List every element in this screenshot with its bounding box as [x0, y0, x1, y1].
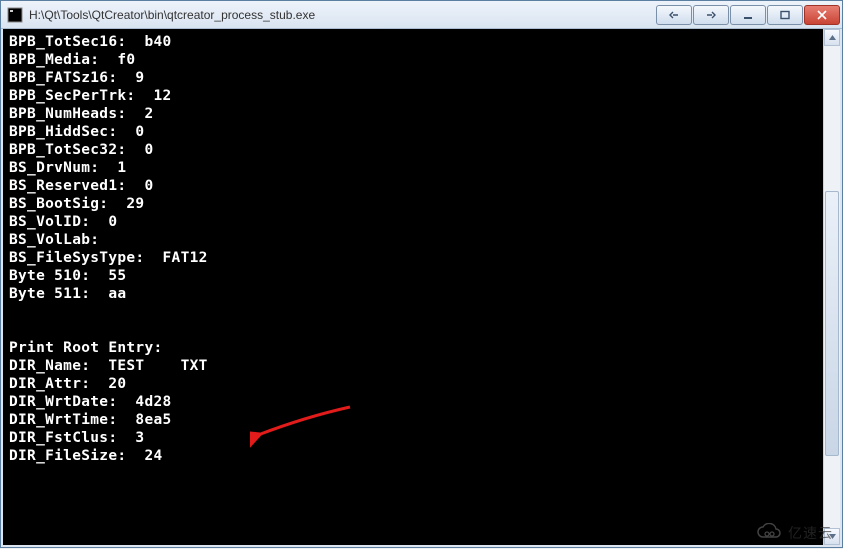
maximize-button[interactable] — [767, 5, 803, 25]
terminal-line: Byte 511: aa — [9, 285, 817, 303]
client-area: BPB_TotSec16: b40BPB_Media: f0BPB_FATSz1… — [1, 29, 842, 547]
vertical-scrollbar[interactable] — [823, 29, 840, 545]
scroll-up-button[interactable] — [824, 29, 840, 46]
terminal-line — [9, 321, 817, 339]
terminal-line: BPB_FATSz16: 9 — [9, 69, 817, 87]
terminal-line — [9, 465, 817, 483]
terminal-line: BPB_TotSec32: 0 — [9, 141, 817, 159]
terminal-line: Byte 510: 55 — [9, 267, 817, 285]
watermark-cloud-icon — [756, 523, 782, 543]
terminal-line: DIR_Name: TEST TXT — [9, 357, 817, 375]
terminal-line: DIR_WrtDate: 4d28 — [9, 393, 817, 411]
terminal-line: BPB_SecPerTrk: 12 — [9, 87, 817, 105]
terminal-line: BPB_TotSec16: b40 — [9, 33, 817, 51]
terminal-output[interactable]: BPB_TotSec16: b40BPB_Media: f0BPB_FATSz1… — [3, 29, 823, 545]
close-button[interactable] — [804, 5, 840, 25]
terminal-line: DIR_FstClus: 3 — [9, 429, 817, 447]
scrollbar-track[interactable] — [824, 46, 840, 528]
console-window: H:\Qt\Tools\QtCreator\bin\qtcreator_proc… — [0, 0, 843, 548]
terminal-line: DIR_FileSize: 24 — [9, 447, 817, 465]
watermark-text: 亿速云 — [788, 523, 833, 543]
minimize-button[interactable] — [730, 5, 766, 25]
scrollbar-thumb[interactable] — [825, 191, 839, 456]
terminal-line: DIR_Attr: 20 — [9, 375, 817, 393]
terminal-line: BS_DrvNum: 1 — [9, 159, 817, 177]
terminal-line: BS_FileSysType: FAT12 — [9, 249, 817, 267]
terminal-line: BPB_HiddSec: 0 — [9, 123, 817, 141]
terminal-line: BS_BootSig: 29 — [9, 195, 817, 213]
terminal-line: BPB_NumHeads: 2 — [9, 105, 817, 123]
window-title: H:\Qt\Tools\QtCreator\bin\qtcreator_proc… — [29, 8, 649, 22]
tab-prev-button[interactable] — [656, 5, 692, 25]
app-icon — [7, 7, 23, 23]
titlebar[interactable]: H:\Qt\Tools\QtCreator\bin\qtcreator_proc… — [1, 1, 842, 29]
terminal-line: Print Root Entry: — [9, 339, 817, 357]
terminal-line: BS_VolLab: — [9, 231, 817, 249]
terminal-line — [9, 303, 817, 321]
watermark: 亿速云 — [756, 523, 833, 543]
tab-next-button[interactable] — [693, 5, 729, 25]
terminal-line: BS_Reserved1: 0 — [9, 177, 817, 195]
terminal-line: DIR_WrtTime: 8ea5 — [9, 411, 817, 429]
terminal-line: BPB_Media: f0 — [9, 51, 817, 69]
window-controls — [655, 5, 840, 25]
terminal-line: BS_VolID: 0 — [9, 213, 817, 231]
